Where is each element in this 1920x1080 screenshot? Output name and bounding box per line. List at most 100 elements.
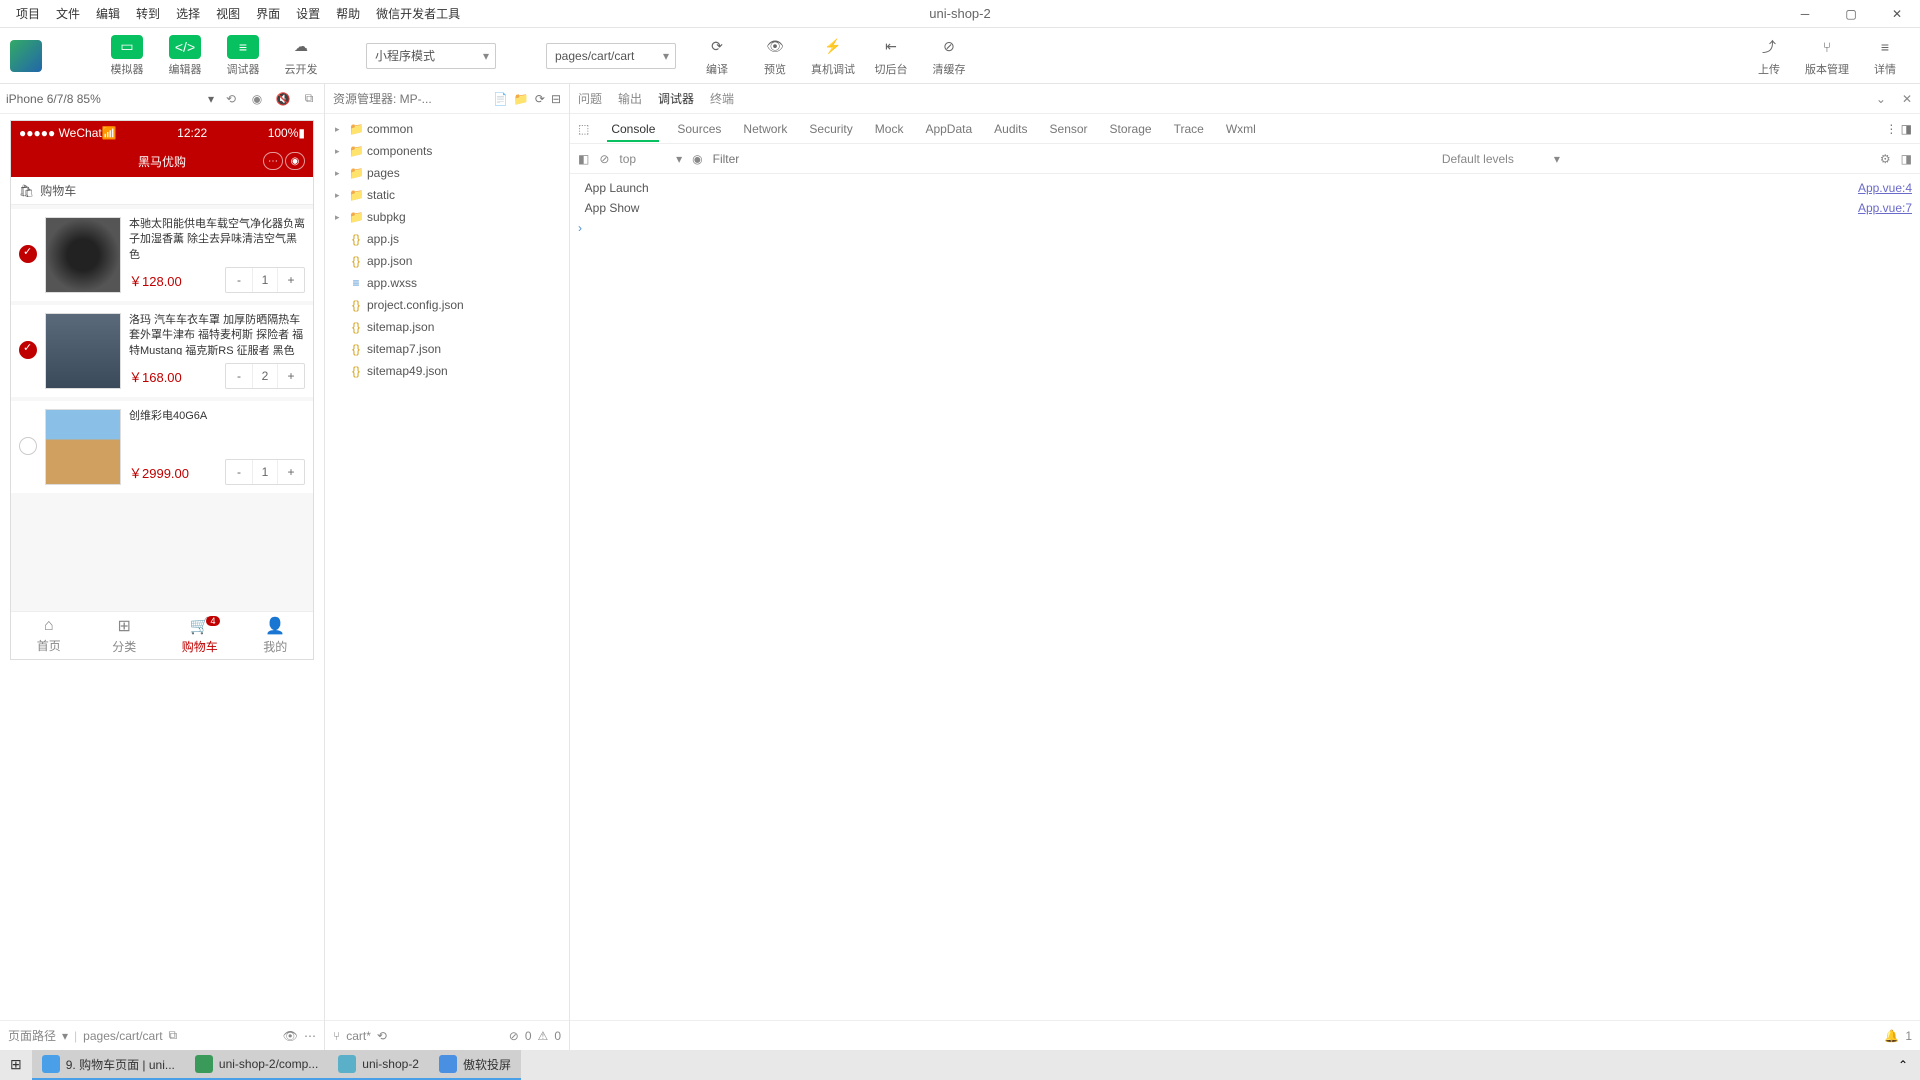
sync-icon[interactable]: ⟲ bbox=[377, 1029, 387, 1043]
minimize-button[interactable]: ─ bbox=[1782, 0, 1828, 28]
maximize-button[interactable]: ▢ bbox=[1828, 0, 1874, 28]
tree-folder[interactable]: ▸📁subpkg bbox=[325, 206, 569, 228]
devtool-subtab[interactable]: Storage bbox=[1106, 122, 1156, 136]
product-thumb[interactable] bbox=[45, 313, 121, 389]
menu-item[interactable]: 转到 bbox=[128, 5, 168, 22]
tree-folder[interactable]: ▸📁static bbox=[325, 184, 569, 206]
devtool-subtab[interactable]: Trace bbox=[1170, 122, 1208, 136]
mode-select[interactable]: 小程序模式 bbox=[366, 43, 496, 69]
menu-item[interactable]: 微信开发者工具 bbox=[368, 5, 468, 22]
checkbox[interactable] bbox=[19, 245, 37, 263]
menu-item[interactable]: 界面 bbox=[248, 5, 288, 22]
devtool-tab[interactable]: 输出 bbox=[618, 90, 642, 107]
tray-chevron-icon[interactable]: ⌃ bbox=[1886, 1058, 1920, 1072]
clear-cache-button[interactable]: ⊘清缓存 bbox=[924, 35, 974, 77]
refresh-icon[interactable]: ⟳ bbox=[535, 92, 545, 106]
menu-item[interactable]: 设置 bbox=[288, 5, 328, 22]
mute-icon[interactable]: 🔇 bbox=[274, 92, 292, 106]
devtool-tab[interactable]: 问题 bbox=[578, 90, 602, 107]
detail-button[interactable]: ≡详情 bbox=[1860, 35, 1910, 77]
tabbar-item[interactable]: ⌂首页 bbox=[11, 612, 87, 659]
settings-icon[interactable]: ⚙ bbox=[1880, 152, 1891, 166]
collapse-icon[interactable]: ⊟ bbox=[551, 92, 561, 106]
tree-file[interactable]: {}sitemap7.json bbox=[325, 338, 569, 360]
devtool-subtab[interactable]: Sources bbox=[673, 122, 725, 136]
upload-button[interactable]: ⤴上传 bbox=[1744, 35, 1794, 77]
background-button[interactable]: ⇤切后台 bbox=[866, 35, 916, 77]
levels-select[interactable]: Default levels▾ bbox=[1442, 152, 1560, 166]
taskbar-item[interactable]: 傲软投屏 bbox=[429, 1050, 521, 1080]
tabbar-item[interactable]: ⊞分类 bbox=[87, 612, 163, 659]
taskbar-item[interactable]: uni-shop-2 bbox=[328, 1050, 429, 1080]
menu-item[interactable]: 选择 bbox=[168, 5, 208, 22]
compile-button[interactable]: ⟳编译 bbox=[692, 35, 742, 77]
menu-item[interactable]: 视图 bbox=[208, 5, 248, 22]
devtool-subtab[interactable]: Wxml bbox=[1222, 122, 1260, 136]
capsule-close-icon[interactable]: ◉ bbox=[285, 152, 305, 170]
menu-item[interactable]: 文件 bbox=[48, 5, 88, 22]
new-file-icon[interactable]: 📄 bbox=[493, 92, 508, 106]
tree-file[interactable]: {}sitemap.json bbox=[325, 316, 569, 338]
dock-icon[interactable]: ◨ bbox=[1901, 152, 1912, 166]
version-button[interactable]: ⑂版本管理 bbox=[1802, 35, 1852, 77]
tree-folder[interactable]: ▸📁pages bbox=[325, 162, 569, 184]
inspect-icon[interactable]: ⬚ bbox=[578, 122, 589, 136]
clear-icon[interactable]: ⊘ bbox=[599, 152, 609, 166]
simulator-button[interactable]: ▭模拟器 bbox=[102, 35, 152, 77]
preview-button[interactable]: 👁预览 bbox=[750, 35, 800, 77]
source-link[interactable]: App.vue:7 bbox=[1858, 201, 1912, 215]
product-thumb[interactable] bbox=[45, 409, 121, 485]
avatar[interactable] bbox=[10, 40, 42, 72]
taskbar-item[interactable]: 9. 购物车页面 | uni... bbox=[32, 1050, 185, 1080]
tree-file[interactable]: {}project.config.json bbox=[325, 294, 569, 316]
editor-button[interactable]: </>编辑器 bbox=[160, 35, 210, 77]
qty-minus-button[interactable]: - bbox=[226, 460, 252, 484]
device-select[interactable]: iPhone 6/7/8 85% bbox=[6, 92, 200, 106]
copy-icon[interactable]: ⧉ bbox=[169, 1028, 178, 1043]
taskbar-item[interactable]: uni-shop-2/comp... bbox=[185, 1050, 328, 1080]
debugger-button[interactable]: ≡调试器 bbox=[218, 35, 268, 77]
sidebar-icon[interactable]: ◧ bbox=[578, 152, 589, 166]
filter-input[interactable] bbox=[713, 152, 1432, 166]
page-select[interactable]: pages/cart/cart bbox=[546, 43, 676, 69]
remote-debug-button[interactable]: ⚡真机调试 bbox=[808, 35, 858, 77]
kebab-icon[interactable]: ⋮ bbox=[1885, 122, 1897, 136]
tabbar-item[interactable]: 👤我的 bbox=[238, 612, 314, 659]
screenshot-icon[interactable]: ◉ bbox=[248, 92, 266, 106]
new-folder-icon[interactable]: 📁 bbox=[514, 92, 529, 106]
devtool-subtab[interactable]: Mock bbox=[871, 122, 908, 136]
close-icon[interactable]: ✕ bbox=[1902, 92, 1912, 106]
bell-icon[interactable]: 🔔 bbox=[1884, 1029, 1899, 1043]
context-select[interactable]: top▾ bbox=[619, 152, 682, 166]
close-button[interactable]: ✕ bbox=[1874, 0, 1920, 28]
start-button[interactable]: ⊞ bbox=[0, 1050, 32, 1080]
tree-file[interactable]: {}sitemap49.json bbox=[325, 360, 569, 382]
capsule-menu-icon[interactable]: ⋯ bbox=[263, 152, 283, 170]
tree-file[interactable]: {}app.js bbox=[325, 228, 569, 250]
eye-icon[interactable]: ◉ bbox=[692, 152, 702, 166]
rotate-icon[interactable]: ⟲ bbox=[222, 92, 240, 106]
qty-plus-button[interactable]: + bbox=[278, 460, 304, 484]
dock-icon[interactable]: ◨ bbox=[1901, 122, 1912, 136]
devtool-subtab[interactable]: Security bbox=[805, 122, 856, 136]
cloud-button[interactable]: ☁云开发 bbox=[276, 35, 326, 77]
devtool-subtab[interactable]: AppData bbox=[921, 122, 976, 136]
eye-icon[interactable]: 👁 bbox=[283, 1029, 298, 1043]
devtool-subtab[interactable]: Audits bbox=[990, 122, 1031, 136]
devtool-subtab[interactable]: Sensor bbox=[1046, 122, 1092, 136]
checkbox[interactable] bbox=[19, 437, 37, 455]
menu-item[interactable]: 编辑 bbox=[88, 5, 128, 22]
menu-item[interactable]: 帮助 bbox=[328, 5, 368, 22]
qty-minus-button[interactable]: - bbox=[226, 268, 252, 292]
tree-folder[interactable]: ▸📁components bbox=[325, 140, 569, 162]
source-link[interactable]: App.vue:4 bbox=[1858, 181, 1912, 195]
qty-plus-button[interactable]: + bbox=[278, 268, 304, 292]
checkbox[interactable] bbox=[19, 341, 37, 359]
menu-item[interactable]: 项目 bbox=[8, 5, 48, 22]
devtool-tab[interactable]: 终端 bbox=[710, 90, 734, 107]
tree-file[interactable]: ≡app.wxss bbox=[325, 272, 569, 294]
tree-file[interactable]: {}app.json bbox=[325, 250, 569, 272]
qty-plus-button[interactable]: + bbox=[278, 364, 304, 388]
devtool-tab[interactable]: 调试器 bbox=[658, 90, 694, 107]
git-icon[interactable]: ⑂ bbox=[333, 1029, 340, 1043]
